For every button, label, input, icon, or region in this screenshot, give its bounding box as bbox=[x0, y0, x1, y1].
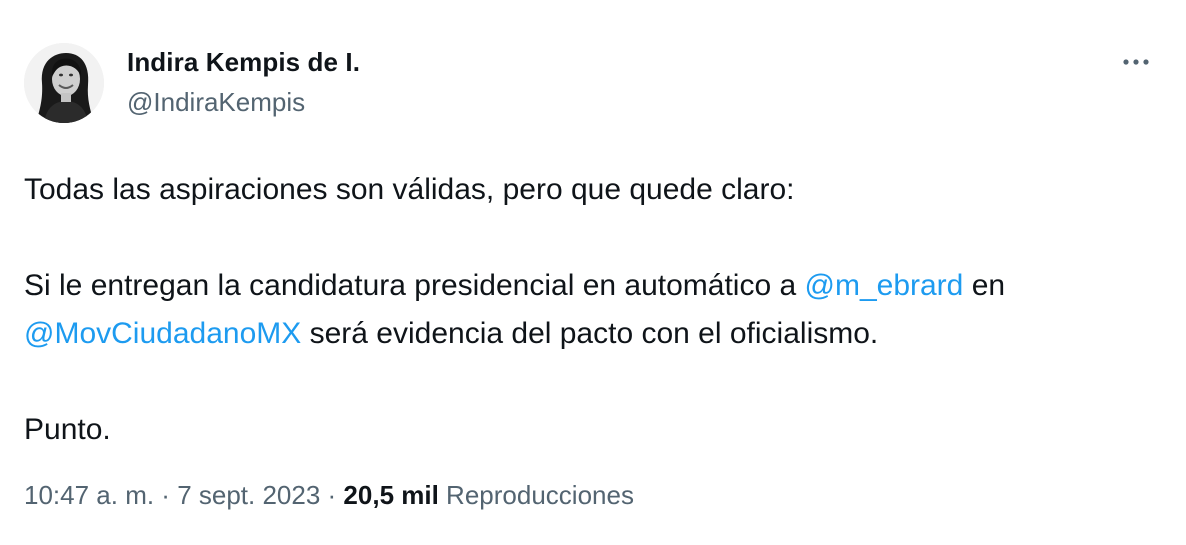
tweet-line-4: Punto. bbox=[24, 413, 111, 446]
author-handle[interactable]: @IndiraKempis bbox=[127, 87, 305, 118]
tweet-line-2-suffix: en bbox=[963, 269, 1006, 302]
meta-separator: · bbox=[320, 480, 344, 510]
tweet-line-3: @MovCiudadanoMX será evidencia del pacto… bbox=[24, 310, 1164, 358]
tweet-text: Todas las aspiraciones son válidas, pero… bbox=[24, 166, 1164, 454]
avatar[interactable] bbox=[24, 43, 104, 123]
tweet-date[interactable]: 7 sept. 2023 bbox=[177, 480, 320, 510]
views-label[interactable]: Reproducciones bbox=[439, 480, 634, 510]
avatar-photo bbox=[24, 43, 104, 123]
meta-separator: · bbox=[154, 480, 178, 510]
tweet-time[interactable]: 10:47 a. m. bbox=[24, 480, 154, 510]
more-options-button[interactable] bbox=[1114, 46, 1158, 78]
tweet-line-2-prefix: Si le entregan la candidatura presidenci… bbox=[24, 269, 805, 302]
mention-m-ebrard[interactable]: @m_ebrard bbox=[805, 269, 964, 302]
author-display-name[interactable]: Indira Kempis de I. bbox=[127, 47, 360, 78]
mention-movciudadanomx[interactable]: @MovCiudadanoMX bbox=[24, 317, 301, 350]
tweet-line-1: Todas las aspiraciones son válidas, pero… bbox=[24, 173, 795, 206]
tweet-card: Indira Kempis de I. @IndiraKempis Todas … bbox=[0, 0, 1186, 545]
tweet-line-2: Si le entregan la candidatura presidenci… bbox=[24, 262, 1164, 310]
tweet-meta: 10:47 a. m. · 7 sept. 2023 · 20,5 mil Re… bbox=[24, 480, 634, 511]
more-horizontal-icon bbox=[1123, 59, 1149, 65]
views-count[interactable]: 20,5 mil bbox=[343, 480, 438, 510]
tweet-line-3-suffix: será evidencia del pacto con el oficiali… bbox=[301, 317, 879, 350]
